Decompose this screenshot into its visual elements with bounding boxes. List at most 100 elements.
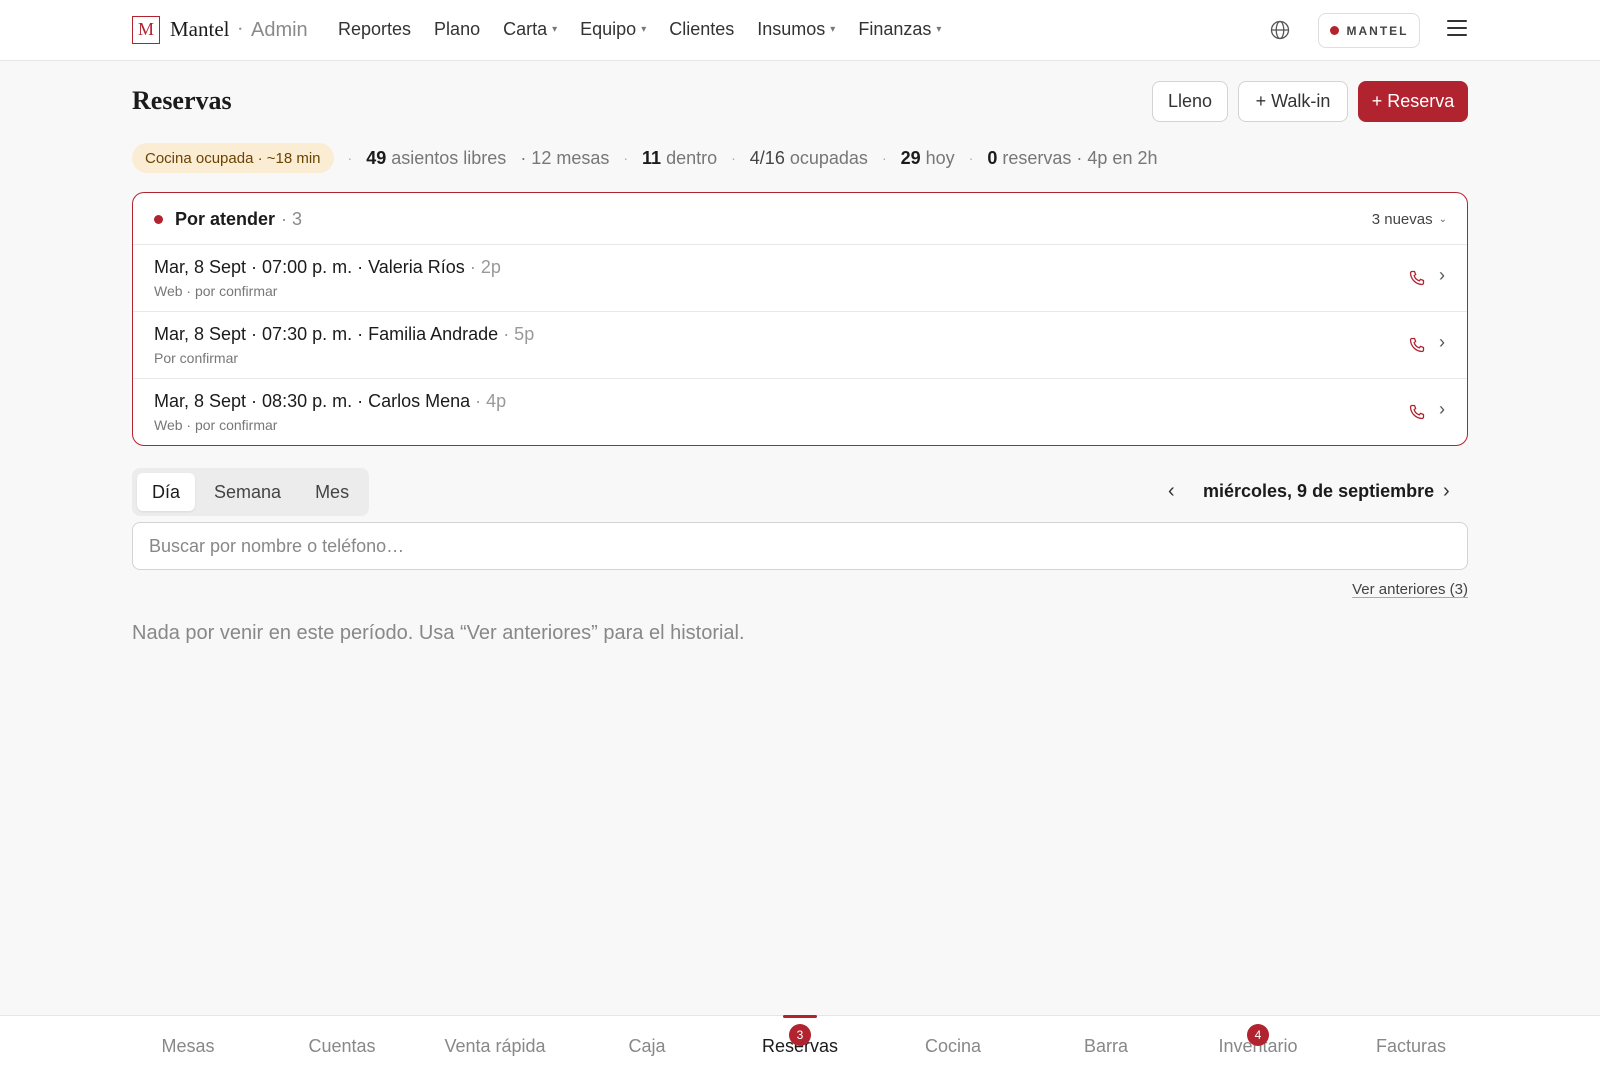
pending-row[interactable]: Mar, 8 Sept · 07:30 p. m. · Familia Andr… [133,312,1467,379]
bottom-tab-cuentas[interactable]: Cuentas [266,1036,418,1057]
full-button[interactable]: Lleno [1152,81,1228,122]
stats-row: Cocina ocupada · ~18 min · 49 asientos l… [132,143,1157,173]
bottom-tab-reservas[interactable]: Reservas 3 [724,1015,876,1057]
pending-panel: Por atender · 3 3 nuevas ⌄ Mar, 8 Sept ·… [132,192,1468,446]
bottom-tab-facturas[interactable]: Facturas [1335,1036,1487,1057]
caret-down-icon: ▾ [830,24,836,35]
nav-item-reportes[interactable]: Reportes [338,19,411,40]
nav-item-label: Finanzas [858,19,932,39]
walk-in-button[interactable]: + Walk-in [1238,81,1348,122]
reservation-status: Web · por confirmar [154,283,278,299]
new-reservation-button[interactable]: + Reserva [1358,81,1468,122]
caret-down-icon: ▾ [936,24,942,35]
today-label: hoy [925,147,955,168]
nav-item-label: Equipo [580,19,637,39]
separator: · [881,150,887,166]
occupied-stat: 4/16 ocupadas [750,148,868,169]
tab-day[interactable]: Día [137,473,196,511]
party-size: · 4p [475,391,507,411]
alert-dot [154,215,163,224]
bottom-tab-cocina[interactable]: Cocina [877,1036,1029,1057]
bottom-tab-caja[interactable]: Caja [571,1036,723,1057]
pending-count: · 3 [281,209,303,229]
phone-icon[interactable] [1409,404,1425,420]
phone-icon[interactable] [1409,337,1425,353]
new-count-toggle[interactable]: 3 nuevas ⌄ [1372,211,1447,228]
separator: · [968,150,974,166]
brand-logo[interactable]: M [132,16,160,44]
seats-stat: 49 asientos libres [366,148,506,169]
notification-badge: 4 [1247,1024,1269,1046]
upcoming-label: reservas · 4p en 2h [1002,147,1158,168]
nav-item-label: Reportes [338,19,412,39]
nav-item-carta[interactable]: Carta ▾ [503,19,557,40]
caret-down-icon: ▾ [641,24,647,35]
bottom-tab-label: Mesas [161,1036,215,1056]
active-tab-indicator [783,1015,817,1018]
inside-stat: 11 dentro [642,148,717,169]
tab-week[interactable]: Semana [199,473,296,511]
brand-title: Mantel [170,17,230,41]
separator: · [731,150,736,166]
nav-item-label: Insumos [757,19,826,39]
pending-header[interactable]: Por atender · 3 3 nuevas ⌄ [133,193,1467,245]
nav-item-finanzas[interactable]: Finanzas ▾ [858,19,941,40]
search-box [132,522,1468,570]
bottom-tab-mesas[interactable]: Mesas [112,1036,264,1057]
kitchen-status-badge: Cocina ocupada · ~18 min [132,143,334,173]
reservation-main: Mar, 8 Sept · 08:30 p. m. · Carlos Mena [154,391,471,411]
party-size: · 2p [469,257,501,277]
reservation-main: Mar, 8 Sept · 07:00 p. m. · Valeria Ríos [154,257,465,277]
page-title: Reservas [132,86,232,115]
empty-state-message: Nada por venir en este período. Usa “Ver… [132,622,745,644]
reservation-summary: Mar, 8 Sept · 08:30 p. m. · Carlos Mena … [154,391,506,412]
bottom-tab-venta-rapida[interactable]: Venta rápida [419,1036,571,1057]
bottom-tab-label: Cuentas [308,1036,376,1056]
inside-label: dentro [666,147,718,168]
top-navbar: M Mantel · Admin Reportes Plano Carta ▾ … [0,0,1600,61]
reservation-summary: Mar, 8 Sept · 07:30 p. m. · Familia Andr… [154,324,534,345]
prev-date-button[interactable]: ‹ [1168,480,1175,503]
pending-row[interactable]: Mar, 8 Sept · 07:00 p. m. · Valeria Ríos… [133,245,1467,312]
account-button[interactable]: MANTEL [1318,13,1420,48]
hamburger-icon[interactable] [1447,20,1467,36]
nav-item-insumos[interactable]: Insumos ▾ [757,19,835,40]
chevron-right-icon[interactable]: › [1439,399,1445,420]
bottom-tab-label: Cocina [924,1036,982,1056]
bottom-tab-label: Facturas [1375,1036,1447,1056]
seats-value: 49 [366,147,387,168]
tables-stat: · 12 mesas [520,147,610,168]
today-stat: 29 hoy [901,148,955,169]
nav-item-clientes[interactable]: Clientes [669,19,734,40]
nav-item-plano[interactable]: Plano [434,19,480,40]
reservation-main: Mar, 8 Sept · 07:30 p. m. · Familia Andr… [154,324,499,344]
nav-item-label: Plano [434,19,481,39]
brand-section: Admin [250,19,308,41]
today-value: 29 [900,147,921,168]
chevron-right-icon[interactable]: › [1439,332,1445,353]
bottom-tab-inventario[interactable]: Inventario 4 [1182,1024,1334,1057]
occupied-label: ocupadas [789,147,868,168]
search-input[interactable] [133,523,1467,569]
bottom-tab-barra[interactable]: Barra [1030,1036,1182,1057]
brand-separator: · [236,17,244,41]
phone-icon[interactable] [1409,270,1425,286]
caret-down-icon: ▾ [552,24,558,35]
pending-title: Por atender [175,209,276,229]
globe-icon[interactable] [1270,20,1290,40]
new-count-label: 3 nuevas [1371,211,1433,228]
tab-month[interactable]: Mes [300,473,364,511]
occupied-value: 4/16 [749,147,785,168]
chevron-right-icon[interactable]: › [1439,265,1445,286]
main-nav: Reportes Plano Carta ▾ Equipo ▾ Clientes… [338,19,964,40]
bottom-tab-label: Barra [1083,1036,1128,1056]
nav-item-equipo[interactable]: Equipo ▾ [580,19,646,40]
pending-row[interactable]: Mar, 8 Sept · 08:30 p. m. · Carlos Mena … [133,379,1467,445]
reservation-status: Por confirmar [154,350,239,366]
seats-label: asientos libres [391,147,507,168]
brand-name[interactable]: Mantel · Admin [170,17,308,42]
upcoming-value: 0 [987,147,998,168]
next-date-button[interactable]: › [1443,480,1450,503]
history-link[interactable]: Ver anteriores (3) [1352,581,1468,598]
notification-badge: 3 [789,1024,811,1046]
